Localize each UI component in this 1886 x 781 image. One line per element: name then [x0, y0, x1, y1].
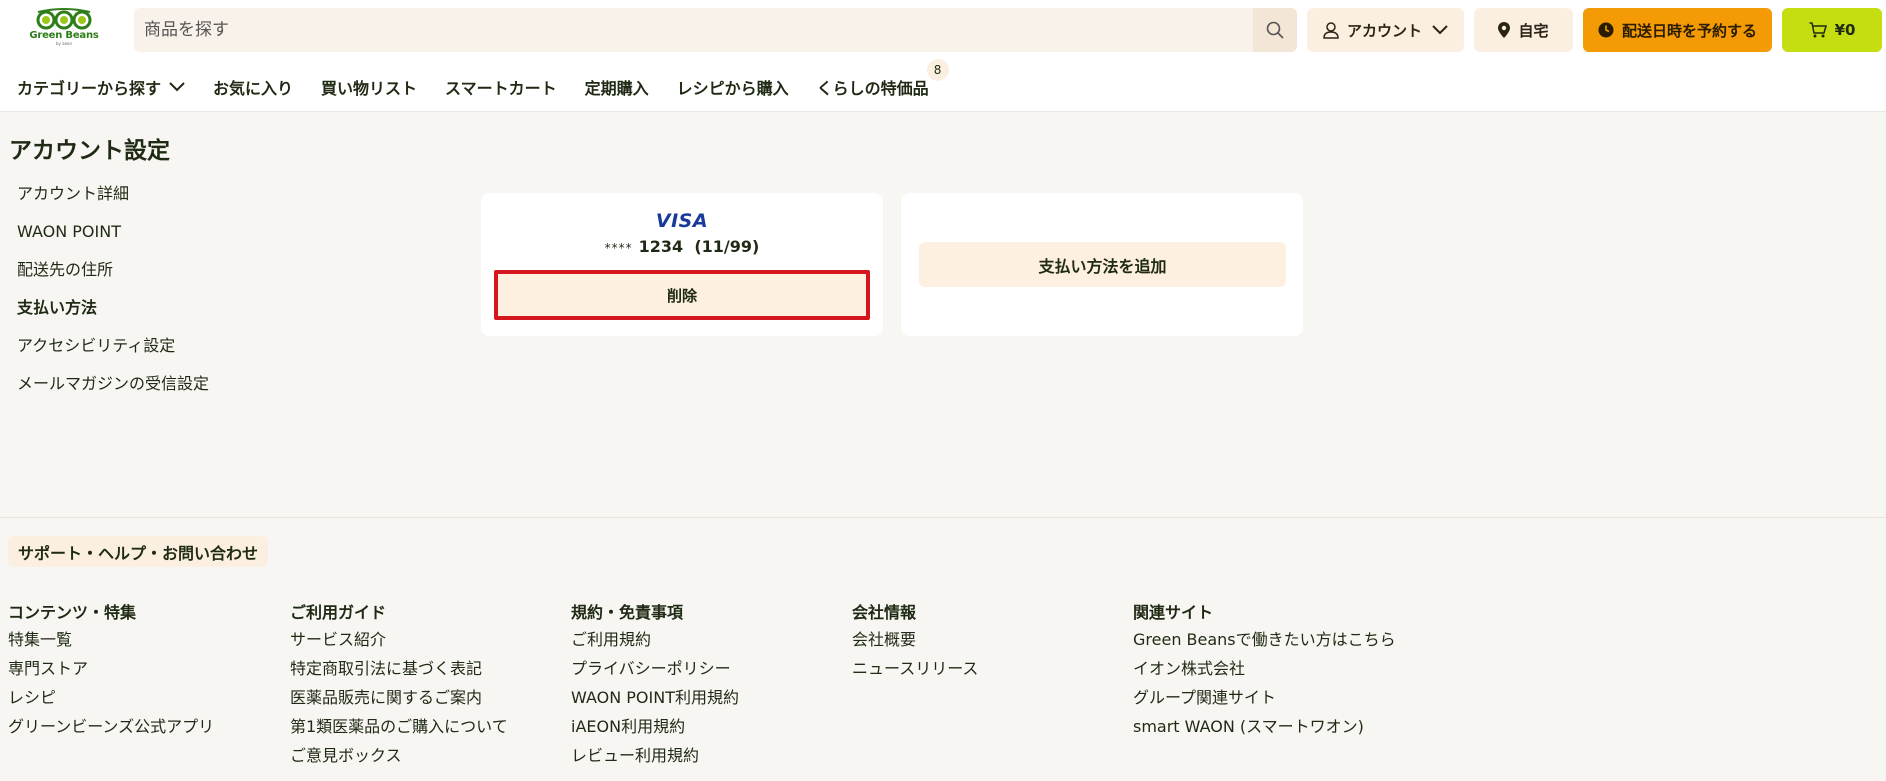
footer-column-title: 関連サイト: [1133, 603, 1214, 622]
footer-link[interactable]: ご利用規約: [571, 625, 739, 654]
footer-divider: [0, 517, 1886, 518]
footer-link[interactable]: ご意見ボックス: [290, 741, 508, 770]
footer-column-terms: 規約・免責事項 ご利用規約 プライバシーポリシー WAON POINT利用規約 …: [571, 600, 739, 770]
sidebar-item-accessibility[interactable]: アクセシビリティ設定: [17, 334, 209, 372]
footer-link[interactable]: 医薬品販売に関するご案内: [290, 683, 508, 712]
footer-column-company: 会社情報 会社概要 ニュースリリース: [852, 600, 978, 683]
clock-icon: [1598, 22, 1614, 38]
logo-subtext: by aeon: [55, 41, 73, 46]
footer-link[interactable]: 会社概要: [852, 625, 978, 654]
nav-category-label: カテゴリーから探す: [17, 79, 162, 98]
sidebar-item-payment-method[interactable]: 支払い方法: [17, 296, 209, 334]
add-payment-card: 支払い方法を追加: [901, 193, 1303, 336]
footer-link[interactable]: レシピ: [8, 683, 214, 712]
footer-link[interactable]: 特集一覧: [8, 625, 214, 654]
footer-link[interactable]: ニュースリリース: [852, 654, 978, 683]
location-pin-icon: [1498, 22, 1511, 38]
search-bar: [134, 8, 1297, 52]
delivery-address-button[interactable]: 自宅: [1474, 8, 1573, 52]
top-header: Green Beans by aeon アカウント: [0, 0, 1886, 112]
pea-pod-logo-icon: [36, 8, 92, 30]
sidebar-item-waon-point[interactable]: WAON POINT: [17, 220, 209, 258]
card-mask: ****: [604, 241, 633, 255]
visa-logo: VISA: [655, 210, 709, 232]
nav-category[interactable]: カテゴリーから探す: [17, 75, 185, 99]
search-icon: [1266, 21, 1284, 39]
chevron-down-icon: [169, 82, 185, 92]
nav-favorites[interactable]: お気に入り: [213, 75, 293, 99]
logo[interactable]: Green Beans by aeon: [28, 8, 100, 52]
main-nav: カテゴリーから探す お気に入り 買い物リスト スマートカート 定期購入 レシピか…: [17, 59, 957, 99]
footer-link[interactable]: Green Beansで働きたい方はこちら: [1133, 625, 1396, 654]
cart-button[interactable]: ¥0: [1782, 8, 1882, 52]
card-last4: 1234: [638, 237, 684, 256]
footer-column-related: 関連サイト Green Beansで働きたい方はこちら イオン株式会社 グループ…: [1133, 600, 1396, 741]
cart-total: ¥0: [1834, 21, 1856, 39]
footer-column-title: 会社情報: [852, 603, 917, 622]
user-icon: [1323, 21, 1339, 39]
nav-special-price-label: くらしの特価品: [816, 79, 929, 98]
reserve-delivery-button[interactable]: 配送日時を予約する: [1583, 8, 1772, 52]
footer-link[interactable]: 特定商取引法に基づく表記: [290, 654, 508, 683]
footer-link[interactable]: 第1類医薬品のご購入について: [290, 712, 508, 741]
footer-link[interactable]: 専門ストア: [8, 654, 214, 683]
footer-link[interactable]: プライバシーポリシー: [571, 654, 739, 683]
nav-special-price[interactable]: くらしの特価品 8: [816, 59, 949, 99]
nav-subscription[interactable]: 定期購入: [585, 75, 649, 99]
search-button[interactable]: [1253, 8, 1297, 52]
footer-link[interactable]: サービス紹介: [290, 625, 508, 654]
page-title: アカウント設定: [9, 138, 170, 164]
footer-column-guide: ご利用ガイド サービス紹介 特定商取引法に基づく表記 医薬品販売に関するご案内 …: [290, 600, 508, 770]
sidebar-item-account-details[interactable]: アカウント詳細: [17, 182, 209, 220]
count-badge: 8: [926, 59, 949, 81]
cart-icon: [1809, 22, 1827, 38]
sidebar-item-delivery-address[interactable]: 配送先の住所: [17, 258, 209, 296]
account-label: アカウント: [1346, 21, 1422, 40]
footer-link[interactable]: イオン株式会社: [1133, 654, 1396, 683]
delivery-label: 配送日時を予約する: [1621, 21, 1757, 40]
chevron-down-icon: [1432, 25, 1448, 35]
nav-recipe-purchase[interactable]: レシピから購入: [677, 75, 789, 99]
footer-column-title: ご利用ガイド: [290, 603, 387, 622]
nav-smart-cart[interactable]: スマートカート: [445, 75, 557, 99]
footer-link[interactable]: smart WAON (スマートワオン): [1133, 712, 1396, 741]
payment-card: VISA **** 1234 (11/99) 削除: [481, 193, 883, 336]
search-input[interactable]: [134, 8, 1254, 52]
nav-shopping-list[interactable]: 買い物リスト: [321, 75, 417, 99]
footer-column-title: コンテンツ・特集: [8, 603, 137, 622]
delete-card-button[interactable]: 削除: [494, 270, 870, 320]
account-sidebar: アカウント詳細 WAON POINT 配送先の住所 支払い方法 アクセシビリティ…: [17, 182, 209, 410]
home-label: 自宅: [1518, 21, 1549, 40]
footer-link[interactable]: グループ関連サイト: [1133, 683, 1396, 712]
add-payment-method-button[interactable]: 支払い方法を追加: [919, 242, 1286, 287]
footer-link[interactable]: レビュー利用規約: [571, 741, 739, 770]
sidebar-item-newsletter[interactable]: メールマガジンの受信設定: [17, 372, 209, 410]
account-button[interactable]: アカウント: [1307, 8, 1464, 52]
footer-link[interactable]: iAEON利用規約: [571, 712, 739, 741]
footer-link[interactable]: グリーンビーンズ公式アプリ: [8, 712, 214, 741]
footer-column-contents: コンテンツ・特集 特集一覧 専門ストア レシピ グリーンビーンズ公式アプリ: [8, 600, 214, 741]
footer-link[interactable]: WAON POINT利用規約: [571, 683, 739, 712]
card-expiry: (11/99): [694, 237, 760, 256]
support-help-button[interactable]: サポート・ヘルプ・お問い合わせ: [8, 536, 269, 567]
card-number: **** 1234 (11/99): [481, 237, 883, 256]
footer-column-title: 規約・免責事項: [571, 603, 684, 622]
